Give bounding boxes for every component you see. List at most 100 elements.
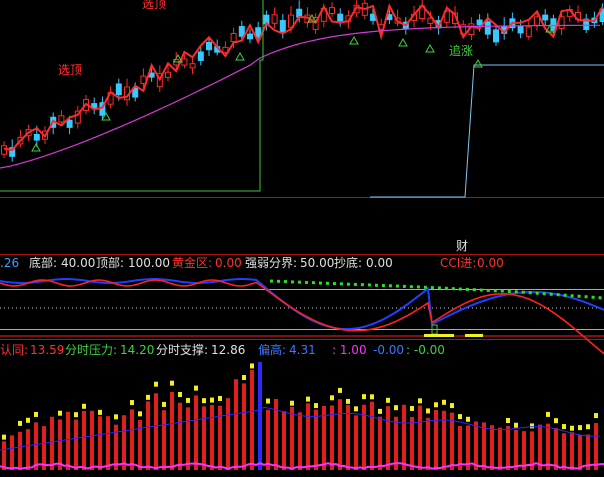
- volume-bar: [282, 411, 286, 470]
- volume-bar: [290, 406, 294, 470]
- volume-bar: [218, 405, 222, 470]
- volume-bar: [394, 416, 398, 470]
- candle-down: [66, 119, 73, 128]
- volume-bar-cap: [114, 414, 118, 420]
- candle-down: [255, 27, 262, 38]
- indicator-legend: .26 底部: 40.00 顶部: 100.00 黄金区: 0.00 强弱分界:…: [0, 255, 504, 270]
- volume-bar: [370, 401, 374, 470]
- candle-down: [484, 21, 491, 35]
- buy-signal-triangle: [235, 51, 245, 61]
- volume-bar: [314, 409, 318, 470]
- volume-bar: [90, 410, 94, 470]
- volume-bar-cap: [314, 403, 318, 409]
- volume-bar-cap: [418, 398, 422, 404]
- volume-value-2: -0.00: [373, 343, 404, 357]
- volume-bar-cap: [458, 414, 462, 420]
- volume-bar-cap: [82, 403, 86, 409]
- candle-up: [189, 63, 196, 69]
- top-value: 100.00: [128, 256, 170, 270]
- volume-bar: [594, 423, 598, 470]
- candle-up: [525, 26, 532, 37]
- volume-bar-cap: [338, 387, 342, 393]
- volume-bar-cap: [154, 381, 158, 387]
- volume-bar-cap: [266, 398, 270, 404]
- volume-bar-cap: [354, 406, 358, 412]
- volume-bar-cap: [74, 412, 78, 418]
- signal-label-top-pick-2: 选顶: [58, 63, 82, 77]
- volume-bar-cap: [330, 395, 334, 401]
- volume-bar-cap: [410, 405, 414, 411]
- price-panel[interactable]: [0, 0, 604, 198]
- volume-bar: [434, 410, 438, 470]
- buy-signal-triangle: [425, 43, 435, 53]
- volume-bar: [74, 419, 78, 470]
- volume-bar: [298, 412, 302, 470]
- volume-blue-highlight-bar: [258, 362, 262, 470]
- volume-bar: [426, 417, 430, 470]
- bottom-label: 底部:: [29, 255, 57, 270]
- volume-bar-cap: [162, 401, 166, 407]
- volume-bar-cap: [194, 385, 198, 391]
- volume-bar-cap: [450, 403, 454, 409]
- cci-value: 0.00: [477, 256, 504, 270]
- volume-bar: [250, 370, 254, 470]
- candle-down: [279, 20, 286, 34]
- volume-bar: [354, 415, 358, 470]
- volume-bar-cap: [202, 398, 206, 404]
- volume-bar-cap: [546, 411, 550, 417]
- volume-bar: [234, 379, 238, 470]
- volume-bar: [50, 416, 54, 470]
- volume-value-1: : 1.00: [332, 343, 367, 357]
- candle-up: [58, 115, 65, 123]
- volume-bar: [546, 423, 550, 470]
- candle-up: [534, 16, 540, 26]
- volume-bar: [186, 407, 190, 470]
- volume-bar: [178, 402, 182, 470]
- volume-bar: [266, 409, 270, 470]
- volume-bar-cap: [186, 397, 190, 403]
- volume-bar: [410, 416, 414, 470]
- volume-bar: [194, 395, 198, 470]
- volume-bar-cap: [306, 396, 310, 402]
- volume-bar: [386, 406, 390, 470]
- buy-signal-triangle: [31, 142, 41, 152]
- trailing-stop-line-blue: [370, 64, 604, 198]
- volume-bar: [554, 427, 558, 470]
- volume-bar-cap: [370, 394, 374, 400]
- volume-bar-cap: [242, 375, 246, 381]
- volume-bar-cap: [170, 380, 174, 386]
- cci-label: CCI进:: [440, 256, 476, 270]
- volume-bar: [122, 415, 126, 470]
- volume-bar-cap: [530, 423, 534, 429]
- candle-down: [197, 51, 204, 61]
- stock-chart-canvas[interactable]: 选顶 选顶 追涨 财 .26 底部: 40.00 顶部: 100.00 黄金区:…: [0, 0, 604, 477]
- candle-down: [476, 19, 483, 26]
- volume-bar: [146, 401, 150, 470]
- volume-bar: [402, 404, 406, 470]
- volume-bar-cap: [578, 425, 582, 431]
- volume-bar-cap: [506, 417, 510, 423]
- candle-down: [493, 29, 499, 43]
- indicator-prefix-value: .26: [0, 256, 19, 270]
- volume-legend: 认同: 13.59 分时压力: 14.20 分时支撑: 12.86 偏高: 4.…: [0, 342, 445, 357]
- volume-bar: [562, 433, 566, 470]
- volume-bar: [82, 410, 86, 470]
- gold-zone-value: 0.00: [215, 256, 242, 270]
- candle-down: [33, 133, 40, 141]
- volume-bar: [514, 429, 518, 470]
- volume-bar: [42, 426, 46, 470]
- clipped-label: 财: [456, 239, 468, 253]
- pressure-value: 14.20: [120, 343, 154, 357]
- volume-bar-cap: [210, 397, 214, 403]
- volume-panel[interactable]: [0, 362, 604, 470]
- copy-bottom-label: 抄底:: [334, 255, 362, 270]
- volume-bar-cap: [290, 400, 294, 406]
- volume-bar-cap: [514, 422, 518, 428]
- candle-up: [1, 145, 7, 155]
- volume-bar: [202, 406, 206, 470]
- candle-down: [206, 41, 212, 51]
- candle-up: [165, 71, 171, 78]
- volume-bar: [346, 405, 350, 470]
- indicator-signal-bar: [465, 334, 483, 337]
- volume-bar-cap: [138, 411, 142, 417]
